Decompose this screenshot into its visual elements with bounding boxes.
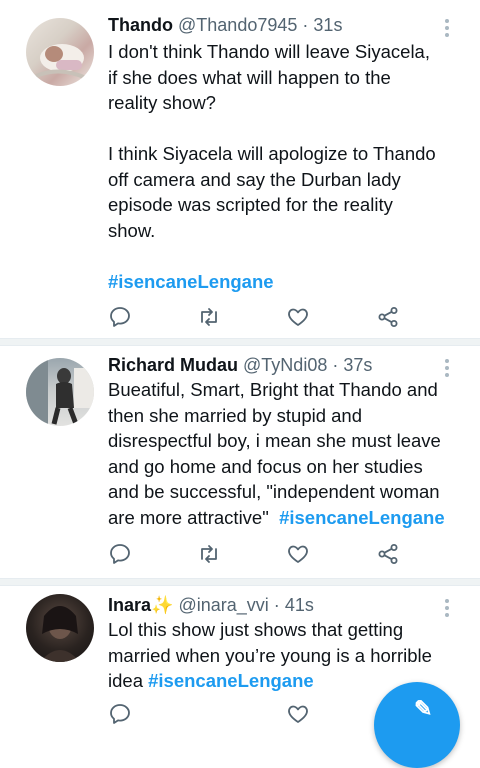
user-avatar-icon bbox=[35, 44, 87, 80]
tweet-line: Lol this show just shows that getting bbox=[108, 619, 404, 640]
tweet-text: I don't think Thando will leave Siyacela… bbox=[108, 39, 468, 294]
more-options-icon[interactable] bbox=[444, 16, 450, 40]
tweet-separator bbox=[0, 338, 480, 346]
tweet-line: I think Siyacela will apologize to Thand… bbox=[108, 143, 436, 164]
tweet-header: Thando @Thando7945 · 31s bbox=[108, 14, 440, 36]
separator-dot: · bbox=[273, 595, 280, 615]
tweet-header: Inara✨ @inara_vvi · 41s bbox=[108, 594, 440, 616]
timestamp[interactable]: 41s bbox=[285, 595, 314, 615]
timestamp[interactable]: 37s bbox=[343, 355, 372, 375]
compose-tweet-button[interactable]: ✎ bbox=[374, 682, 460, 768]
tweet-line: idea bbox=[108, 670, 143, 691]
avatar[interactable] bbox=[26, 358, 94, 426]
reply-icon[interactable] bbox=[108, 542, 132, 566]
display-name[interactable]: Inara bbox=[108, 595, 151, 615]
hashtag-link[interactable]: #isencaneLengane bbox=[148, 670, 314, 691]
tweet-line: and go home and focus on her studies bbox=[108, 455, 423, 477]
display-name[interactable]: Richard Mudau bbox=[108, 355, 238, 375]
reply-icon[interactable] bbox=[108, 305, 132, 329]
tweet-line: episode was scripted for the reality bbox=[108, 194, 393, 215]
user-avatar-icon bbox=[26, 358, 94, 426]
tweet-line: reality show? bbox=[108, 92, 216, 113]
tweet[interactable]: Richard Mudau @TyNdi08 · 37s Bueatiful, … bbox=[0, 346, 480, 578]
user-handle[interactable]: @inara_vvi bbox=[178, 595, 268, 615]
tweet-line: I don't think Thando will leave Siyacela… bbox=[108, 41, 430, 62]
sparkles-emoji: ✨ bbox=[151, 595, 174, 615]
user-avatar-icon bbox=[40, 606, 80, 662]
separator-dot: · bbox=[302, 15, 309, 35]
hashtag-link[interactable]: #isencaneLengane bbox=[108, 271, 274, 292]
tweet-separator bbox=[0, 578, 480, 586]
heart-icon[interactable] bbox=[286, 305, 310, 329]
timestamp[interactable]: 31s bbox=[313, 15, 342, 35]
heart-icon[interactable] bbox=[286, 702, 310, 726]
tweet-text: Bueatiful, Smart, Bright that Thando and… bbox=[108, 377, 468, 530]
tweet-line bbox=[108, 116, 468, 142]
tweet-header: Richard Mudau @TyNdi08 · 37s bbox=[108, 354, 440, 376]
user-handle[interactable]: @TyNdi08 bbox=[243, 355, 327, 375]
heart-icon[interactable] bbox=[286, 542, 310, 566]
tweet[interactable]: Thando @Thando7945 · 31s I don't think T… bbox=[0, 0, 480, 338]
tweet-line: then she married by stupid and bbox=[108, 404, 363, 426]
tweet-line: are more attractive" bbox=[108, 506, 269, 528]
share-icon[interactable] bbox=[376, 542, 400, 566]
tweet-line: disrespectful boy, i mean she must leave bbox=[108, 430, 441, 451]
tweet-actions bbox=[108, 305, 398, 329]
avatar[interactable] bbox=[26, 594, 94, 662]
share-icon[interactable] bbox=[376, 305, 400, 329]
tweet-actions bbox=[108, 702, 398, 726]
user-handle[interactable]: @Thando7945 bbox=[178, 15, 297, 35]
tweet-line: Bueatiful, Smart, Bright that Thando and bbox=[108, 379, 438, 400]
tweet-actions bbox=[108, 542, 398, 566]
tweet-line: if she does what will happen to the bbox=[108, 66, 391, 88]
retweet-icon[interactable] bbox=[197, 305, 221, 329]
tweet-line: and be successful, "independent woman bbox=[108, 481, 440, 502]
tweet-line: off camera and say the Durban lady bbox=[108, 168, 401, 190]
avatar[interactable] bbox=[26, 18, 94, 86]
separator-dot: · bbox=[332, 355, 339, 375]
display-name[interactable]: Thando bbox=[108, 15, 173, 35]
compose-tweet-icon: ✎ bbox=[414, 696, 433, 721]
tweet-line: show. bbox=[108, 219, 156, 241]
hashtag-link[interactable]: #isencaneLengane bbox=[279, 507, 445, 528]
reply-icon[interactable] bbox=[108, 702, 132, 726]
tweet-line: married when you’re young is a horrible bbox=[108, 644, 432, 666]
retweet-icon[interactable] bbox=[197, 542, 221, 566]
tweet-line bbox=[108, 243, 468, 269]
